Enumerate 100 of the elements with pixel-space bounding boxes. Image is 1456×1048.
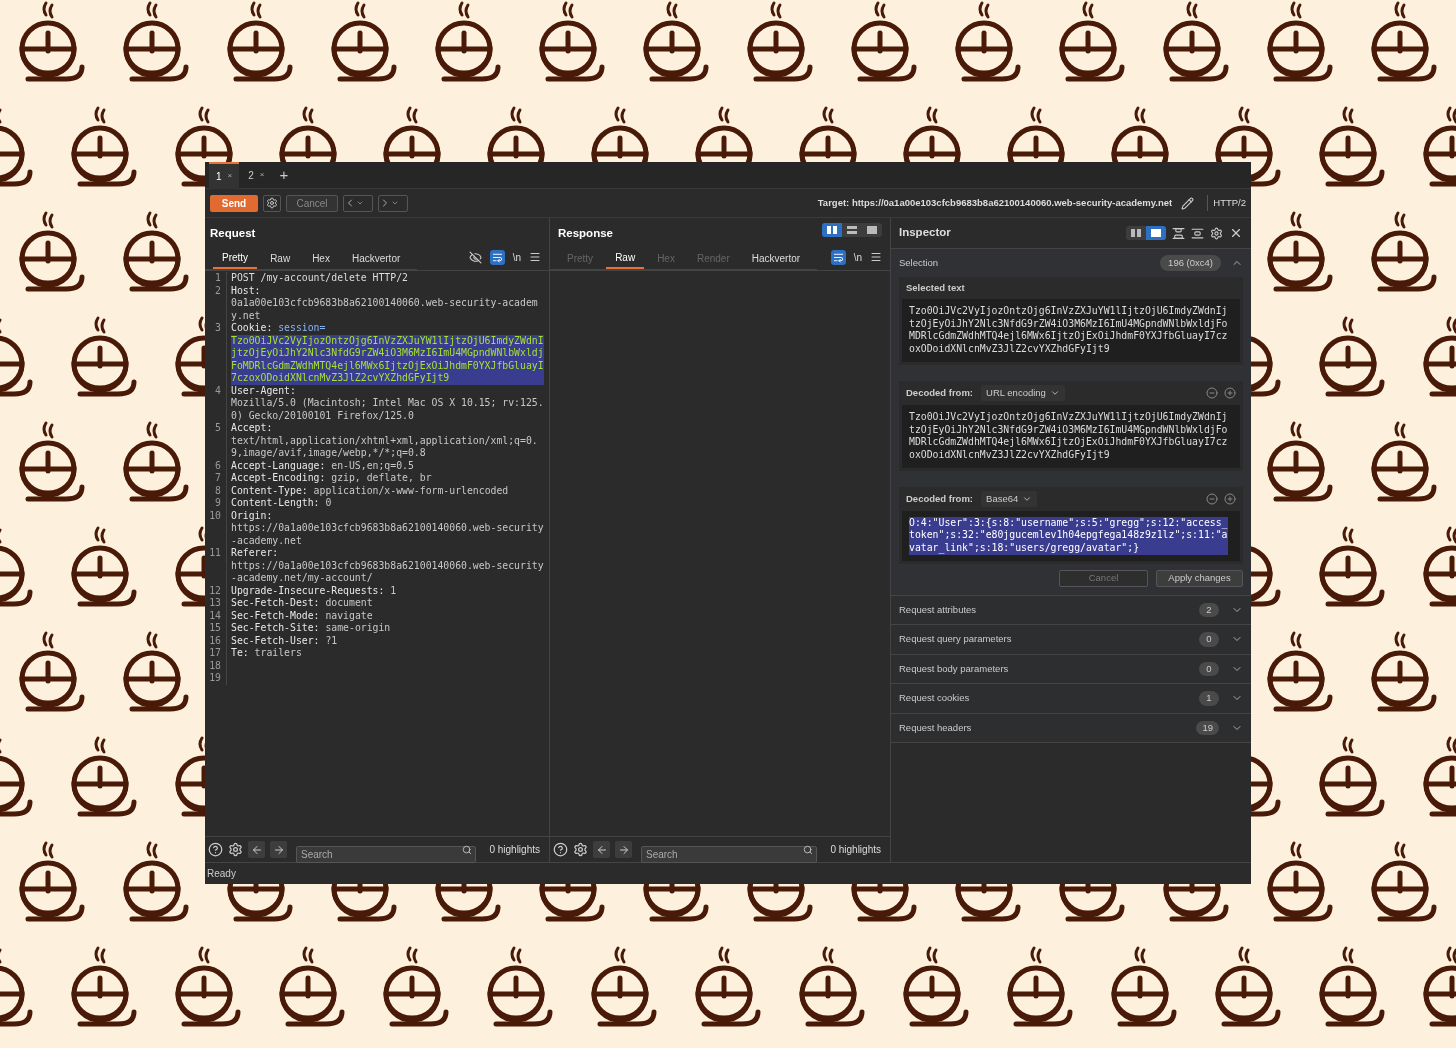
editor-tab[interactable]: Hex bbox=[303, 247, 339, 269]
next-button[interactable] bbox=[615, 841, 632, 858]
inspector-section[interactable]: Request body parameters 0 bbox=[891, 654, 1251, 685]
decoded-text: O:4:"User":3:{s:8:"username";s:5:"gregg";s:12:"access_token";s:32:"e80jgucemlev1h04epgfega148z9z1lz";s:11:"avatar_link";s:18:"users/gregg/avatar";} bbox=[909, 516, 1228, 555]
encoding-dropdown[interactable]: Base64 bbox=[981, 490, 1038, 507]
layout-icon bbox=[1131, 229, 1141, 237]
help-icon[interactable] bbox=[553, 842, 568, 857]
previous-button[interactable] bbox=[593, 841, 610, 858]
inspector-section[interactable]: Request cookies 1 bbox=[891, 684, 1251, 714]
card-title: Decoded from: bbox=[906, 385, 974, 400]
line-number: 6 bbox=[214, 459, 221, 472]
line-number: 14 bbox=[208, 609, 221, 622]
collapse-all-icon[interactable] bbox=[1191, 226, 1204, 240]
settings-button[interactable] bbox=[263, 194, 281, 212]
word-wrap-toggle[interactable] bbox=[830, 249, 846, 265]
selected-text-value: Tzo0OiJVc2VyIjozOntzOjg6InVzZXJuYW1lIjtzOjU6ImdyZWdnIjtzOjEyOiJhY2Nlc3NfdG9rZW4iO3M6MzI6ImU4MGpndWNlbWxldjFoMDRlcGdmZWdhMTQ4ejl6MWx6IjtzOjExOiJhdmF0YXJfbGluayI7czoxODoidXNlcnMvZ3JlZ2cvYXZhdGFyIjt9 bbox=[909, 305, 1228, 356]
expand-all-icon[interactable] bbox=[1172, 226, 1185, 240]
line-number: 7 bbox=[214, 472, 221, 485]
protocol-label[interactable]: HTTP/2 bbox=[1213, 195, 1246, 211]
next-button[interactable] bbox=[270, 841, 287, 858]
inspector-section[interactable]: Request headers 19 bbox=[891, 713, 1251, 744]
close-icon[interactable] bbox=[1229, 226, 1243, 240]
arrow-right-icon bbox=[272, 843, 285, 856]
search-icon[interactable] bbox=[803, 845, 814, 855]
layout-toggle[interactable] bbox=[822, 223, 842, 237]
edit-icon[interactable] bbox=[1181, 196, 1195, 210]
target-label[interactable]: Target: https://0a1a00e103cfcb9683b8a62100140060.web-security-academy.net bbox=[817, 195, 1173, 211]
card-title: Selected text bbox=[906, 280, 965, 295]
line-number: 15 bbox=[208, 622, 221, 635]
newline-toggle[interactable]: \n bbox=[853, 249, 862, 265]
newline-toggle[interactable]: \n bbox=[512, 249, 521, 265]
search-icon[interactable] bbox=[462, 845, 473, 855]
request-line: Referer: https://0a1a00e103cfcb9683b8a62100140060.web-security-academy.net/my-account/ bbox=[231, 547, 544, 585]
decoded-text: Tzo0OiJVc2VyIjozOntzOjg6InVzZXJuYW1lIjtzOjU6ImdyZWdnIjtzOjEyOiJhY2Nlc3NfdG9rZW4iO3M6MzI6ImU4MGpndWNlbWxldjFoMDRlcGdmZWdhMTQ4ejl6MWx6IjtzOjExOiJhdmF0YXJfbGluayI7czoxODoidXNlcnMvZ3JlZ2cvYXZhdGFyIjt9 bbox=[909, 410, 1228, 462]
section-label: Request query parameters bbox=[899, 632, 1012, 647]
panel-title: Request bbox=[210, 225, 256, 241]
hide-nonprintable-icon[interactable] bbox=[468, 250, 482, 264]
encoding-dropdown[interactable]: URL encoding bbox=[981, 384, 1065, 401]
line-number: 16 bbox=[208, 634, 221, 647]
layout-icon bbox=[1151, 229, 1161, 237]
word-wrap-toggle[interactable] bbox=[489, 249, 505, 265]
help-icon[interactable] bbox=[208, 842, 223, 857]
request-line: Cookie: session= Tzo0OiJVc2VyIjozOntzOjg6InVzZXJuYW1lIjtzOjU6ImdyZWdnIjtzOjEyOiJhY2Nlc3NfdG9rZW4iO3M6MzI6ImU4MGpndWNlbWxldjFoMDRlcGdmZWdhMTQ4ejl6MWx6IjtzOjExOiJhdmF0YXJfbGluayI7czoxODoidXNlcnMvZ3JlZ2cvYXZhdGFyIjt9 bbox=[231, 322, 544, 385]
section-label: Request body parameters bbox=[899, 661, 1009, 676]
highlights-count: 0 highlights bbox=[830, 843, 881, 857]
add-icon[interactable] bbox=[1224, 386, 1236, 399]
request-line: Accept-Encoding: gzip, deflate, br bbox=[231, 472, 433, 485]
forward-button[interactable] bbox=[378, 194, 408, 212]
new-tab-button[interactable]: + bbox=[273, 163, 295, 187]
search-field[interactable]: Search bbox=[641, 846, 818, 863]
section-label: Request attributes bbox=[899, 602, 977, 617]
remove-icon[interactable] bbox=[1206, 386, 1218, 399]
line-number: 1 bbox=[214, 272, 221, 285]
section-label: Request cookies bbox=[899, 691, 970, 706]
request-line: User-Agent: Mozilla/5.0 (Macintosh; Intel Mac OS X 10.15; rv:125.0) Gecko/20100101 Firefox/125.0 bbox=[231, 384, 544, 422]
layout-icon bbox=[827, 226, 837, 234]
caret-icon[interactable] bbox=[356, 199, 364, 207]
repeater-tab[interactable]: 1 × bbox=[209, 162, 240, 189]
count-pill: 0 bbox=[1199, 632, 1219, 647]
search-field[interactable]: Search bbox=[296, 846, 477, 863]
editor-tab[interactable]: Raw bbox=[261, 247, 300, 269]
highlights-count: 0 highlights bbox=[489, 843, 540, 857]
line-number: 5 bbox=[214, 422, 221, 435]
request-line: Sec-Fetch-Site: same-origin bbox=[231, 622, 392, 635]
request-line: POST /my-account/delete HTTP/2 bbox=[231, 272, 409, 285]
arrow-left-icon bbox=[250, 843, 263, 856]
inspector-title: Inspector bbox=[899, 225, 951, 241]
inspector-button[interactable]: Apply changes bbox=[1156, 569, 1243, 587]
request-line: Sec-Fetch-Dest: document bbox=[231, 597, 374, 610]
line-number: 10 bbox=[208, 509, 221, 523]
settings-icon[interactable] bbox=[228, 842, 243, 857]
remove-icon[interactable] bbox=[1206, 492, 1218, 505]
inspector-section[interactable]: Request attributes 2 bbox=[891, 595, 1251, 626]
line-number: 11 bbox=[208, 547, 221, 560]
previous-button[interactable] bbox=[248, 841, 265, 858]
editor-tab[interactable]: Hackvertor bbox=[342, 247, 410, 269]
line-number: 4 bbox=[214, 384, 221, 398]
repeater-tab[interactable]: 2 × bbox=[241, 162, 272, 189]
menu-icon[interactable] bbox=[529, 251, 541, 263]
card-title: Decoded from: bbox=[906, 491, 974, 506]
inspector-section[interactable]: Request query parameters 0 bbox=[891, 625, 1251, 655]
settings-icon[interactable] bbox=[1210, 226, 1223, 240]
section-label[interactable]: Selection bbox=[899, 255, 939, 271]
layout-toggle[interactable] bbox=[1146, 226, 1166, 240]
caret-icon[interactable] bbox=[391, 199, 399, 207]
editor-tab[interactable]: Pretty bbox=[213, 247, 258, 269]
editor-tab[interactable]: Raw bbox=[606, 247, 645, 269]
back-button[interactable] bbox=[343, 194, 373, 212]
line-number: 2 bbox=[214, 284, 221, 298]
settings-icon[interactable] bbox=[573, 842, 588, 857]
layout-icon bbox=[847, 226, 857, 234]
status-text: Ready bbox=[207, 867, 236, 881]
add-icon[interactable] bbox=[1224, 492, 1236, 505]
menu-icon[interactable] bbox=[870, 251, 882, 263]
editor-tab[interactable]: Hackvertor bbox=[742, 247, 810, 269]
count-pill: 2 bbox=[1199, 602, 1219, 618]
count-pill: 19 bbox=[1196, 720, 1219, 736]
section-label: Request headers bbox=[899, 720, 972, 735]
count-pill: 0 bbox=[1199, 661, 1219, 677]
line-number: 8 bbox=[214, 484, 221, 497]
